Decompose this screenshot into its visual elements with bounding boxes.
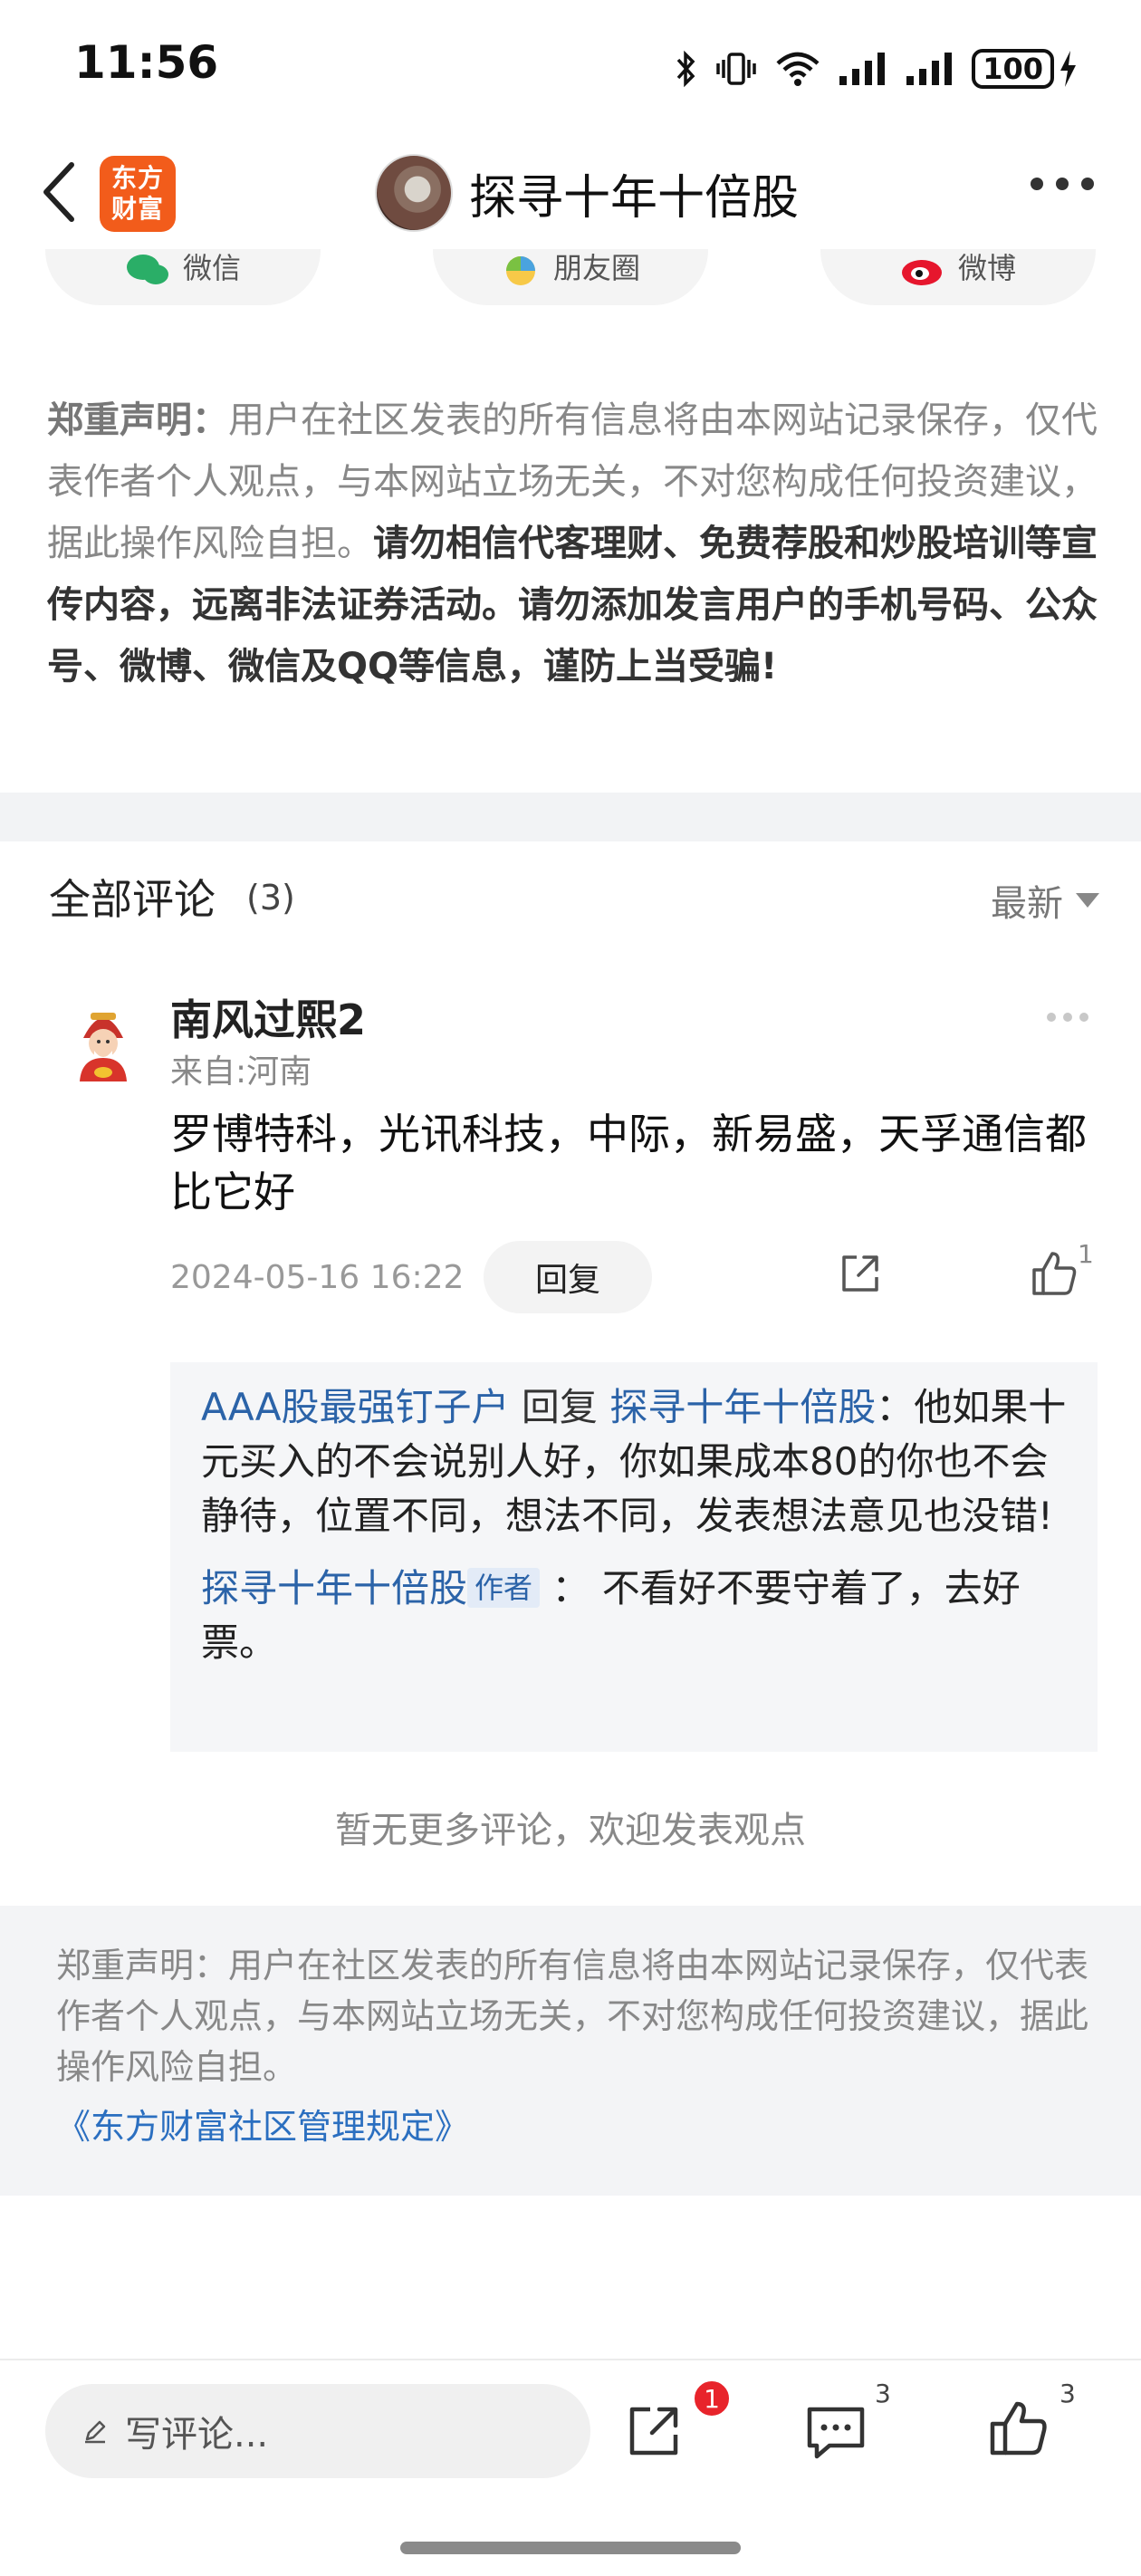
share-moments-button[interactable]: 朋友圈 bbox=[433, 249, 708, 305]
reply-item: AAA股最强钉子户 回复 探寻十年十倍股：他如果十元买入的不会说别人好，你如果成… bbox=[201, 1380, 1067, 1543]
status-bar: 11:56 100 bbox=[0, 0, 1141, 136]
comment-location: 来自:河南 bbox=[170, 1053, 312, 1091]
disclaimer-top: 郑重声明：用户在社区发表的所有信息将由本网站记录保存，仅代表作者个人观点，与本网… bbox=[47, 389, 1098, 697]
app-logo-line2: 财富 bbox=[110, 194, 164, 224]
reply-target[interactable]: 探寻十年十倍股 bbox=[609, 1385, 876, 1429]
pen-icon bbox=[85, 2420, 106, 2444]
no-more-comments: 暂无更多评论，欢迎发表观点 bbox=[335, 1810, 806, 1851]
share-wechat-button[interactable]: 微信 bbox=[45, 249, 321, 305]
app-logo[interactable]: 东方 财富 bbox=[100, 156, 176, 232]
write-comment-placeholder: 写评论... bbox=[125, 2414, 269, 2456]
home-indicator[interactable] bbox=[400, 2542, 741, 2554]
signal-icon bbox=[906, 53, 953, 85]
comment-username[interactable]: 南风过熙2 bbox=[170, 987, 366, 1047]
section-divider bbox=[0, 793, 1141, 841]
comment-text: 罗博特科，光讯科技，中际，新易盛，天孚通信都比它好 bbox=[170, 1110, 1087, 1216]
share-icon[interactable] bbox=[623, 2400, 685, 2462]
more-options-button[interactable] bbox=[1031, 178, 1094, 190]
battery-icon: 100 bbox=[972, 49, 1078, 89]
write-comment-input[interactable]: 写评论... bbox=[45, 2384, 590, 2478]
more-dot-icon bbox=[1056, 178, 1069, 190]
share-moments-label: 朋友圈 bbox=[552, 251, 640, 285]
share-badge: 1 bbox=[692, 2379, 732, 2418]
likes-total: 3 bbox=[1060, 2379, 1076, 2408]
comment-time: 2024-05-16 16:22 bbox=[170, 1259, 465, 1296]
wifi-icon bbox=[776, 52, 820, 86]
comments-count: (3) bbox=[246, 878, 295, 918]
disclaimer-bottom-text: 郑重声明：用户在社区发表的所有信息将由本网站记录保存，仅代表作者个人观点，与本网… bbox=[56, 1946, 1089, 2087]
comments-header: 全部评论 (3) 最新 bbox=[49, 865, 1099, 928]
like-count: 1 bbox=[1078, 1239, 1094, 1269]
author-tag: 作者 bbox=[467, 1568, 541, 1608]
more-dot-icon bbox=[1079, 1013, 1088, 1022]
reply-item: 探寻十年十倍股 作者 ： 不看好不要守着了，去好票。 bbox=[201, 1562, 1067, 1670]
community-rules-link[interactable]: 《东方财富社区管理规定》 bbox=[56, 2101, 1090, 2152]
battery-level: 100 bbox=[972, 49, 1054, 89]
moments-icon bbox=[505, 256, 535, 285]
charging-icon bbox=[1060, 51, 1076, 87]
bottom-action-bar: 写评论... 1 3 3 bbox=[0, 2359, 1141, 2504]
user-avatar[interactable] bbox=[63, 1004, 143, 1083]
page-title: 探寻十年十倍股 bbox=[469, 170, 800, 226]
reply-button[interactable]: 回复 bbox=[484, 1241, 652, 1313]
share-weibo-button[interactable]: 微博 bbox=[820, 249, 1096, 305]
nav-author[interactable]: 探寻十年十倍股 bbox=[375, 152, 799, 234]
bluetooth-icon bbox=[676, 50, 695, 88]
reply-author[interactable]: 探寻十年十倍股 bbox=[201, 1566, 467, 1610]
comment-meta: 2024-05-16 16:22 回复 1 bbox=[170, 1239, 1103, 1313]
status-icons: 100 bbox=[675, 43, 1078, 94]
reply-action: 回复 bbox=[521, 1385, 598, 1429]
wechat-icon bbox=[126, 255, 168, 284]
more-dot-icon bbox=[1031, 178, 1043, 190]
share-wechat-label: 微信 bbox=[182, 251, 241, 285]
nav-bar: 东方 财富 探寻十年十倍股 bbox=[0, 136, 1141, 249]
comments-total: 3 bbox=[875, 2379, 891, 2408]
share-icon[interactable] bbox=[837, 1250, 884, 1297]
caret-down-icon bbox=[1076, 893, 1099, 908]
sort-select[interactable]: 最新 bbox=[991, 874, 1099, 927]
disclaimer-bottom: 郑重声明：用户在社区发表的所有信息将由本网站记录保存，仅代表作者个人观点，与本网… bbox=[0, 1906, 1141, 2196]
share-row: 微信 朋友圈 微博 bbox=[0, 249, 1141, 314]
sort-label: 最新 bbox=[991, 883, 1063, 925]
disclaimer-label: 郑重声明： bbox=[47, 399, 228, 441]
weibo-icon bbox=[901, 260, 942, 285]
comment-more-button[interactable] bbox=[1047, 1013, 1088, 1022]
signal-icon bbox=[839, 53, 886, 85]
more-dot-icon bbox=[1063, 1013, 1072, 1022]
share-weibo-label: 微博 bbox=[957, 251, 1016, 285]
back-arrow-icon bbox=[43, 162, 74, 222]
more-dot-icon bbox=[1047, 1013, 1056, 1022]
reply-author[interactable]: AAA股最强钉子户 bbox=[201, 1385, 510, 1429]
like-icon[interactable] bbox=[1029, 1248, 1079, 1299]
comments-title: 全部评论 bbox=[49, 875, 216, 924]
author-avatar bbox=[375, 154, 453, 232]
page: 11:56 100 东方 财富 探寻十年十倍股 微信 朋友圈 微博 郑重声明：用… bbox=[0, 0, 1141, 2576]
app-logo-line1: 东方 bbox=[110, 163, 164, 193]
status-time: 11:56 bbox=[74, 36, 219, 89]
vibrate-icon bbox=[716, 53, 756, 85]
like-icon[interactable] bbox=[987, 2397, 1050, 2460]
reply-thread[interactable]: AAA股最强钉子户 回复 探寻十年十倍股：他如果十元买入的不会说别人好，你如果成… bbox=[170, 1362, 1098, 1752]
more-dot-icon bbox=[1081, 178, 1094, 190]
comments-icon[interactable] bbox=[804, 2402, 868, 2460]
back-button[interactable] bbox=[27, 156, 91, 228]
